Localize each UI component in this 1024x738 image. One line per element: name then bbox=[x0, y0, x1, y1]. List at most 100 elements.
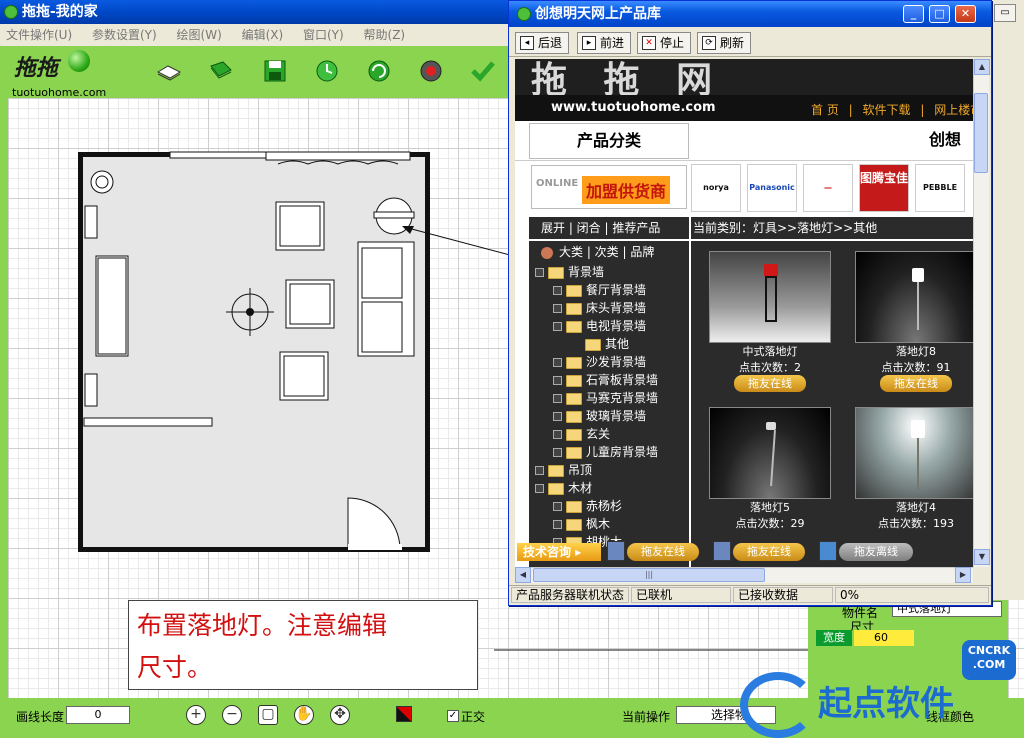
color-picker-icon[interactable] bbox=[396, 706, 412, 722]
tree-item[interactable]: 吊顶 bbox=[535, 461, 592, 479]
close-button[interactable]: ✕ bbox=[955, 5, 976, 23]
tree-item[interactable]: 枫木 bbox=[553, 515, 610, 533]
menu-help[interactable]: 帮助(Z) bbox=[364, 28, 406, 42]
online-status: 已联机 bbox=[631, 587, 731, 603]
side-strip bbox=[992, 0, 1024, 600]
product-card[interactable]: 落地灯4 点击次数：193 bbox=[855, 407, 973, 531]
tree-item[interactable]: 马赛克背景墙 bbox=[553, 389, 658, 407]
scroll-down-icon[interactable]: ▼ bbox=[974, 549, 990, 565]
tree-header-text: 大类 | 次类 | 品牌 bbox=[559, 245, 655, 259]
product-hits: 点击次数：91 bbox=[881, 361, 951, 374]
vertical-scroll-thumb[interactable] bbox=[974, 93, 988, 173]
move-cross-icon[interactable]: ✥ bbox=[330, 705, 350, 725]
lamp-pole bbox=[770, 429, 776, 487]
product-library-dialog: 创想明天网上产品库 _ □ ✕ ◂ 后退 ▸ 前进 ✕ 停止 ⟳ 刷新 拖 拖 网 ww… bbox=[508, 0, 992, 606]
back-label: 后退 bbox=[538, 36, 563, 50]
product-drag-button[interactable]: 拖友在线 bbox=[734, 375, 806, 392]
forward-label: 前进 bbox=[600, 36, 625, 50]
tree-item[interactable]: 赤杨杉 bbox=[553, 497, 622, 515]
stop-button[interactable]: ✕ 停止 bbox=[637, 32, 692, 54]
back-button[interactable]: ◂ 后退 bbox=[515, 32, 570, 54]
tree-item[interactable]: 餐厅背景墙 bbox=[553, 281, 646, 299]
brand-logo[interactable]: Panasonic bbox=[747, 164, 797, 212]
scroll-up-icon[interactable]: ▲ bbox=[974, 59, 990, 75]
lamp-shade-red bbox=[764, 264, 778, 276]
menu-edit[interactable]: 编辑(X) bbox=[242, 28, 284, 42]
join-supplier-ad[interactable]: ONLINE 加盟供货商 bbox=[531, 165, 687, 209]
brand-logo[interactable]: norya bbox=[691, 164, 741, 212]
product-image[interactable] bbox=[709, 251, 831, 343]
zoom-out-icon[interactable]: − bbox=[222, 705, 242, 725]
scroll-left-icon[interactable]: ◀ bbox=[515, 567, 531, 583]
width-field[interactable]: 60 bbox=[854, 630, 914, 646]
product-card[interactable]: 落地灯5 点击次数：29 bbox=[709, 407, 831, 531]
globe-clock-icon[interactable] bbox=[314, 58, 340, 84]
maximize-button[interactable]: □ bbox=[929, 5, 950, 23]
friend-online-button[interactable]: 拖友在线 bbox=[733, 543, 805, 561]
tree-item[interactable]: 石膏板背景墙 bbox=[553, 371, 658, 389]
link-sep: | bbox=[920, 103, 925, 117]
side-scroll-button[interactable]: ▭ bbox=[994, 4, 1016, 22]
menu-window[interactable]: 窗口(Y) bbox=[303, 28, 344, 42]
tree-item[interactable]: 背景墙 bbox=[535, 263, 604, 281]
ortho-checkbox[interactable]: ✓ bbox=[447, 710, 459, 722]
pan-hand-icon[interactable]: ✋ bbox=[294, 705, 314, 725]
floor-plan-furniture bbox=[83, 151, 415, 550]
horizontal-scroll-thumb[interactable]: ||| bbox=[533, 568, 765, 582]
main-window-title: 拖拖-我的家 bbox=[22, 4, 98, 20]
lamp-stand bbox=[765, 276, 777, 322]
logo: 拖拖 bbox=[14, 55, 59, 81]
scroll-right-icon[interactable]: ▶ bbox=[955, 567, 971, 583]
link-download[interactable]: 软件下载 bbox=[863, 103, 911, 117]
tree-item[interactable]: 其他 bbox=[585, 335, 629, 353]
tree-item[interactable]: 玻璃背景墙 bbox=[553, 407, 646, 425]
tech-support-button[interactable]: 技术咨询 ▸ bbox=[517, 543, 601, 561]
brand-logo[interactable]: PEBBLE bbox=[915, 164, 965, 212]
product-image[interactable] bbox=[709, 407, 831, 499]
watermark-logo-icon bbox=[740, 672, 816, 738]
tree-item[interactable]: 电视背景墙 bbox=[553, 317, 646, 335]
tree-item[interactable]: 床头背景墙 bbox=[553, 299, 646, 317]
zoom-in-icon[interactable]: + bbox=[186, 705, 206, 725]
app-icon bbox=[4, 5, 18, 19]
progress-percent: 0% bbox=[835, 587, 989, 603]
category-tree: 背景墙 餐厅背景墙 床头背景墙 电视背景墙 其他 沙发背景墙 石膏板背景墙 马赛… bbox=[529, 263, 689, 567]
tree-item[interactable]: 木材 bbox=[535, 479, 592, 497]
ad-online-text: ONLINE bbox=[536, 178, 579, 189]
refresh-button[interactable]: ⟳ 刷新 bbox=[697, 32, 752, 54]
link-sep: | bbox=[848, 103, 853, 117]
friend-online-button[interactable]: 拖友在线 bbox=[627, 543, 699, 561]
current-op-label: 当前操作 bbox=[622, 710, 671, 724]
minimize-button[interactable]: _ bbox=[903, 5, 924, 23]
product-image[interactable] bbox=[855, 251, 973, 343]
tree-item[interactable]: 沙发背景墙 bbox=[553, 353, 646, 371]
friend-offline-button[interactable]: 拖友离线 bbox=[839, 543, 913, 561]
menu-file[interactable]: 文件操作(U) bbox=[6, 28, 72, 42]
refresh-cycle-icon[interactable] bbox=[366, 58, 392, 84]
product-name: 落地灯8 bbox=[896, 345, 936, 358]
lamp-pole bbox=[917, 282, 919, 330]
link-home[interactable]: 首 页 bbox=[811, 103, 839, 117]
fit-window-icon[interactable]: ▢ bbox=[258, 705, 278, 725]
green-book-icon[interactable] bbox=[208, 58, 234, 84]
stop-red-icon[interactable] bbox=[418, 58, 444, 84]
product-card[interactable]: 落地灯8 点击次数：91 拖友在线 bbox=[855, 251, 973, 392]
open-book-icon[interactable] bbox=[156, 58, 182, 84]
brand-logo[interactable]: 图腾宝佳 bbox=[859, 164, 909, 212]
product-card[interactable]: 中式落地灯 点击次数：2 拖友在线 bbox=[709, 251, 831, 392]
tree-item[interactable]: 玄关 bbox=[553, 425, 610, 443]
menu-settings[interactable]: 参数设置(Y) bbox=[92, 28, 157, 42]
forward-button[interactable]: ▸ 前进 bbox=[577, 32, 632, 54]
tech-support-label: 技术咨询 bbox=[523, 545, 572, 559]
menu-draw[interactable]: 绘图(W) bbox=[177, 28, 222, 42]
checkmark-icon[interactable] bbox=[470, 58, 496, 84]
tree-tabs[interactable]: 展开 | 闭合 | 推荐产品 bbox=[529, 217, 689, 239]
save-disk-icon[interactable] bbox=[262, 58, 288, 84]
product-drag-button[interactable]: 拖友在线 bbox=[880, 375, 952, 392]
tree-header: 大类 | 次类 | 品牌 bbox=[529, 241, 689, 263]
tree-item[interactable]: 儿童房背景墙 bbox=[553, 443, 658, 461]
link-realestate[interactable]: 网上楼市 bbox=[934, 103, 973, 117]
product-image[interactable] bbox=[855, 407, 973, 499]
line-length-field[interactable]: 0 bbox=[66, 706, 130, 724]
brand-logo[interactable]: — bbox=[803, 164, 853, 212]
